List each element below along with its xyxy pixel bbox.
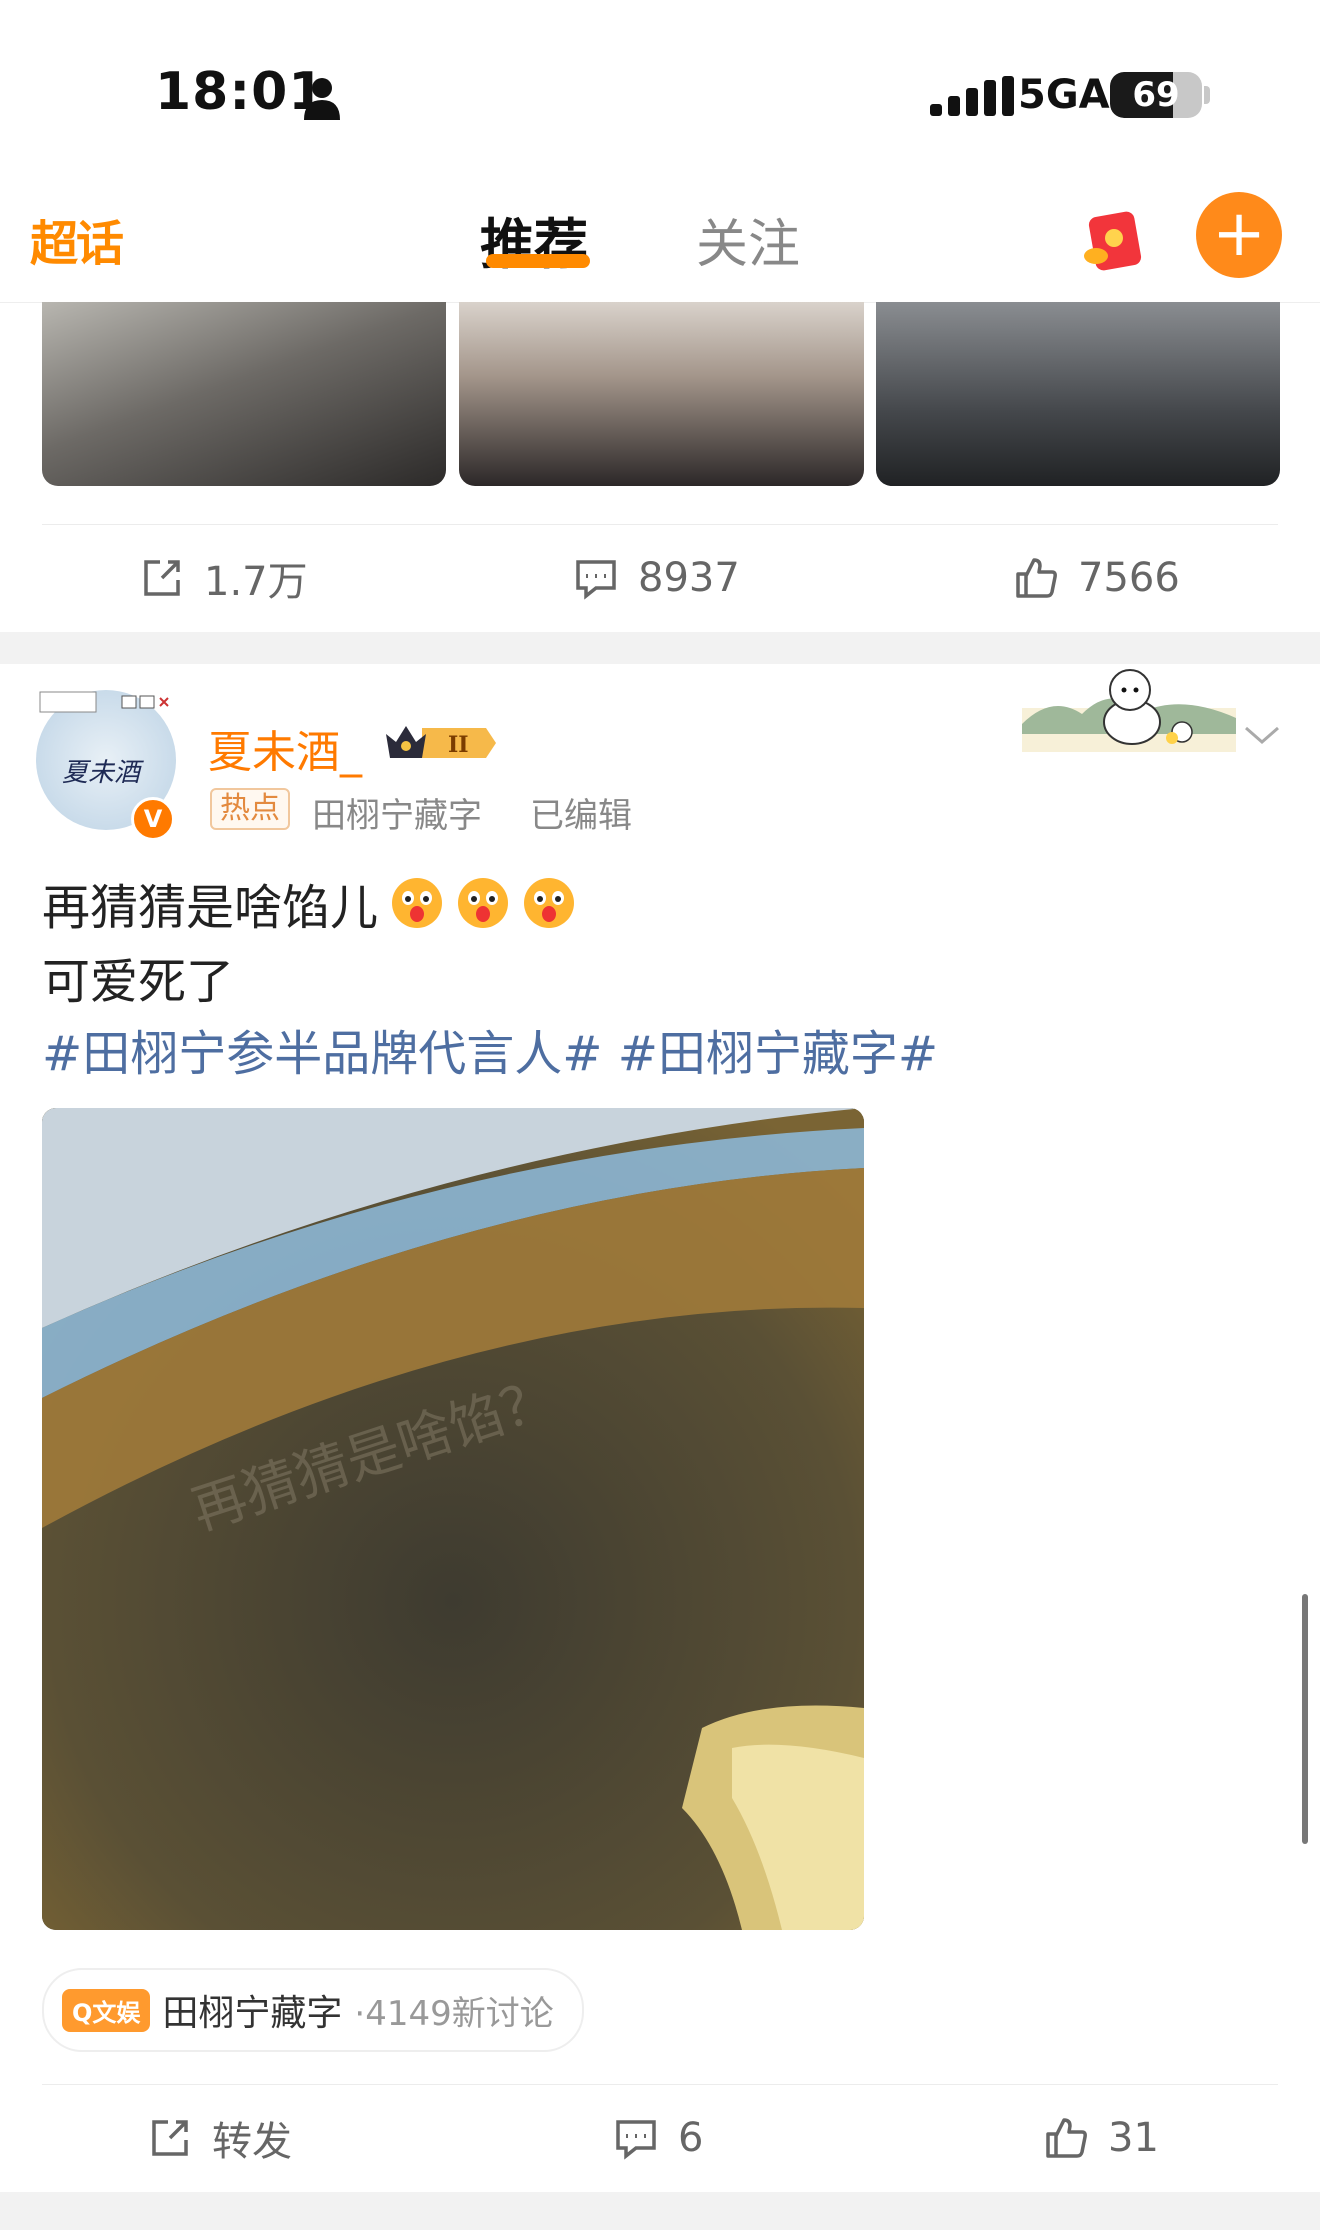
divider bbox=[42, 524, 1278, 525]
active-tab-indicator bbox=[486, 254, 590, 268]
comment-count: 8937 bbox=[638, 555, 740, 601]
drooling-emoji-icon bbox=[392, 878, 443, 928]
status-time: 18:01 bbox=[155, 62, 326, 122]
repost-button[interactable]: 1.7万 bbox=[138, 548, 308, 608]
comment-icon bbox=[616, 2120, 656, 2160]
scrollbar[interactable] bbox=[1302, 1594, 1308, 1844]
post-hashtags[interactable]: #田栩宁参半品牌代言人# #田栩宁藏字# bbox=[42, 1014, 938, 1084]
avatar-window-decoration bbox=[39, 691, 169, 713]
like-count: 7566 bbox=[1078, 555, 1180, 601]
topic-source[interactable]: 田栩宁藏字 bbox=[312, 788, 482, 837]
repost-button[interactable]: 转发 bbox=[146, 2108, 292, 2168]
post-text: 可爱死了 bbox=[42, 954, 235, 1010]
red-packet-icon[interactable] bbox=[1076, 204, 1148, 276]
like-button[interactable]: 7566 bbox=[1012, 548, 1180, 608]
repost-label: 转发 bbox=[212, 2119, 292, 2165]
drooling-emoji-icon bbox=[524, 878, 575, 928]
person-icon bbox=[304, 78, 340, 120]
verified-badge: V bbox=[131, 797, 175, 841]
image-content bbox=[42, 1108, 864, 1930]
feed-separator bbox=[0, 2192, 1320, 2230]
add-button[interactable]: + bbox=[1196, 192, 1282, 278]
like-count: 31 bbox=[1108, 2115, 1159, 2161]
username[interactable]: 夏未酒_ bbox=[208, 716, 362, 780]
repost-count: 1.7万 bbox=[204, 559, 308, 605]
post-text-line: 再猜猜是啥馅儿 bbox=[42, 868, 576, 938]
battery-level: 69 bbox=[1132, 75, 1180, 115]
thumbs-up-icon bbox=[1046, 2118, 1087, 2158]
supertopic-logo[interactable]: 超话 bbox=[30, 204, 124, 274]
like-button[interactable]: 31 bbox=[1042, 2108, 1159, 2168]
entertainment-badge: Q文娱 bbox=[62, 1988, 151, 2032]
crown-level-badge: II bbox=[386, 726, 496, 758]
topic-chip[interactable]: Q文娱 田栩宁藏字 ·4149新讨论 bbox=[42, 1968, 584, 2052]
divider bbox=[42, 2084, 1278, 2085]
comment-icon bbox=[576, 560, 616, 600]
chevron-down-icon[interactable] bbox=[1242, 720, 1282, 750]
previous-post-image[interactable] bbox=[876, 302, 1280, 486]
thumbs-up-icon bbox=[1016, 558, 1057, 598]
svg-text:II: II bbox=[448, 732, 469, 758]
topic-discussion-count: ·4149新讨论 bbox=[354, 1993, 554, 2034]
comment-button[interactable]: 8937 bbox=[572, 548, 740, 608]
post-image[interactable] bbox=[42, 1108, 864, 1930]
avatar-signature: 夏未酒 bbox=[62, 758, 141, 788]
signal-icon bbox=[930, 76, 1014, 116]
card-decoration-sticker bbox=[1022, 669, 1236, 752]
network-label: 5GA bbox=[1018, 72, 1110, 118]
drooling-emoji-icon bbox=[458, 878, 509, 928]
post-text: 再猜猜是啥馅儿 bbox=[42, 880, 379, 936]
tab-follow[interactable]: 关注 bbox=[696, 202, 800, 277]
topic-name: 田栩宁藏字 bbox=[162, 1993, 343, 2034]
comment-count: 6 bbox=[678, 2115, 704, 2161]
feed-separator bbox=[0, 632, 1320, 664]
edited-label: 已编辑 bbox=[530, 796, 632, 836]
battery-indicator: 69 bbox=[1110, 72, 1202, 118]
previous-post-image[interactable] bbox=[459, 302, 864, 486]
battery-nub bbox=[1204, 86, 1210, 104]
repost-icon bbox=[152, 2120, 188, 2156]
previous-post-image[interactable] bbox=[42, 302, 446, 486]
comment-button[interactable]: 6 bbox=[612, 2108, 703, 2168]
repost-icon bbox=[144, 560, 180, 596]
hot-tag: 热点 bbox=[210, 788, 290, 830]
